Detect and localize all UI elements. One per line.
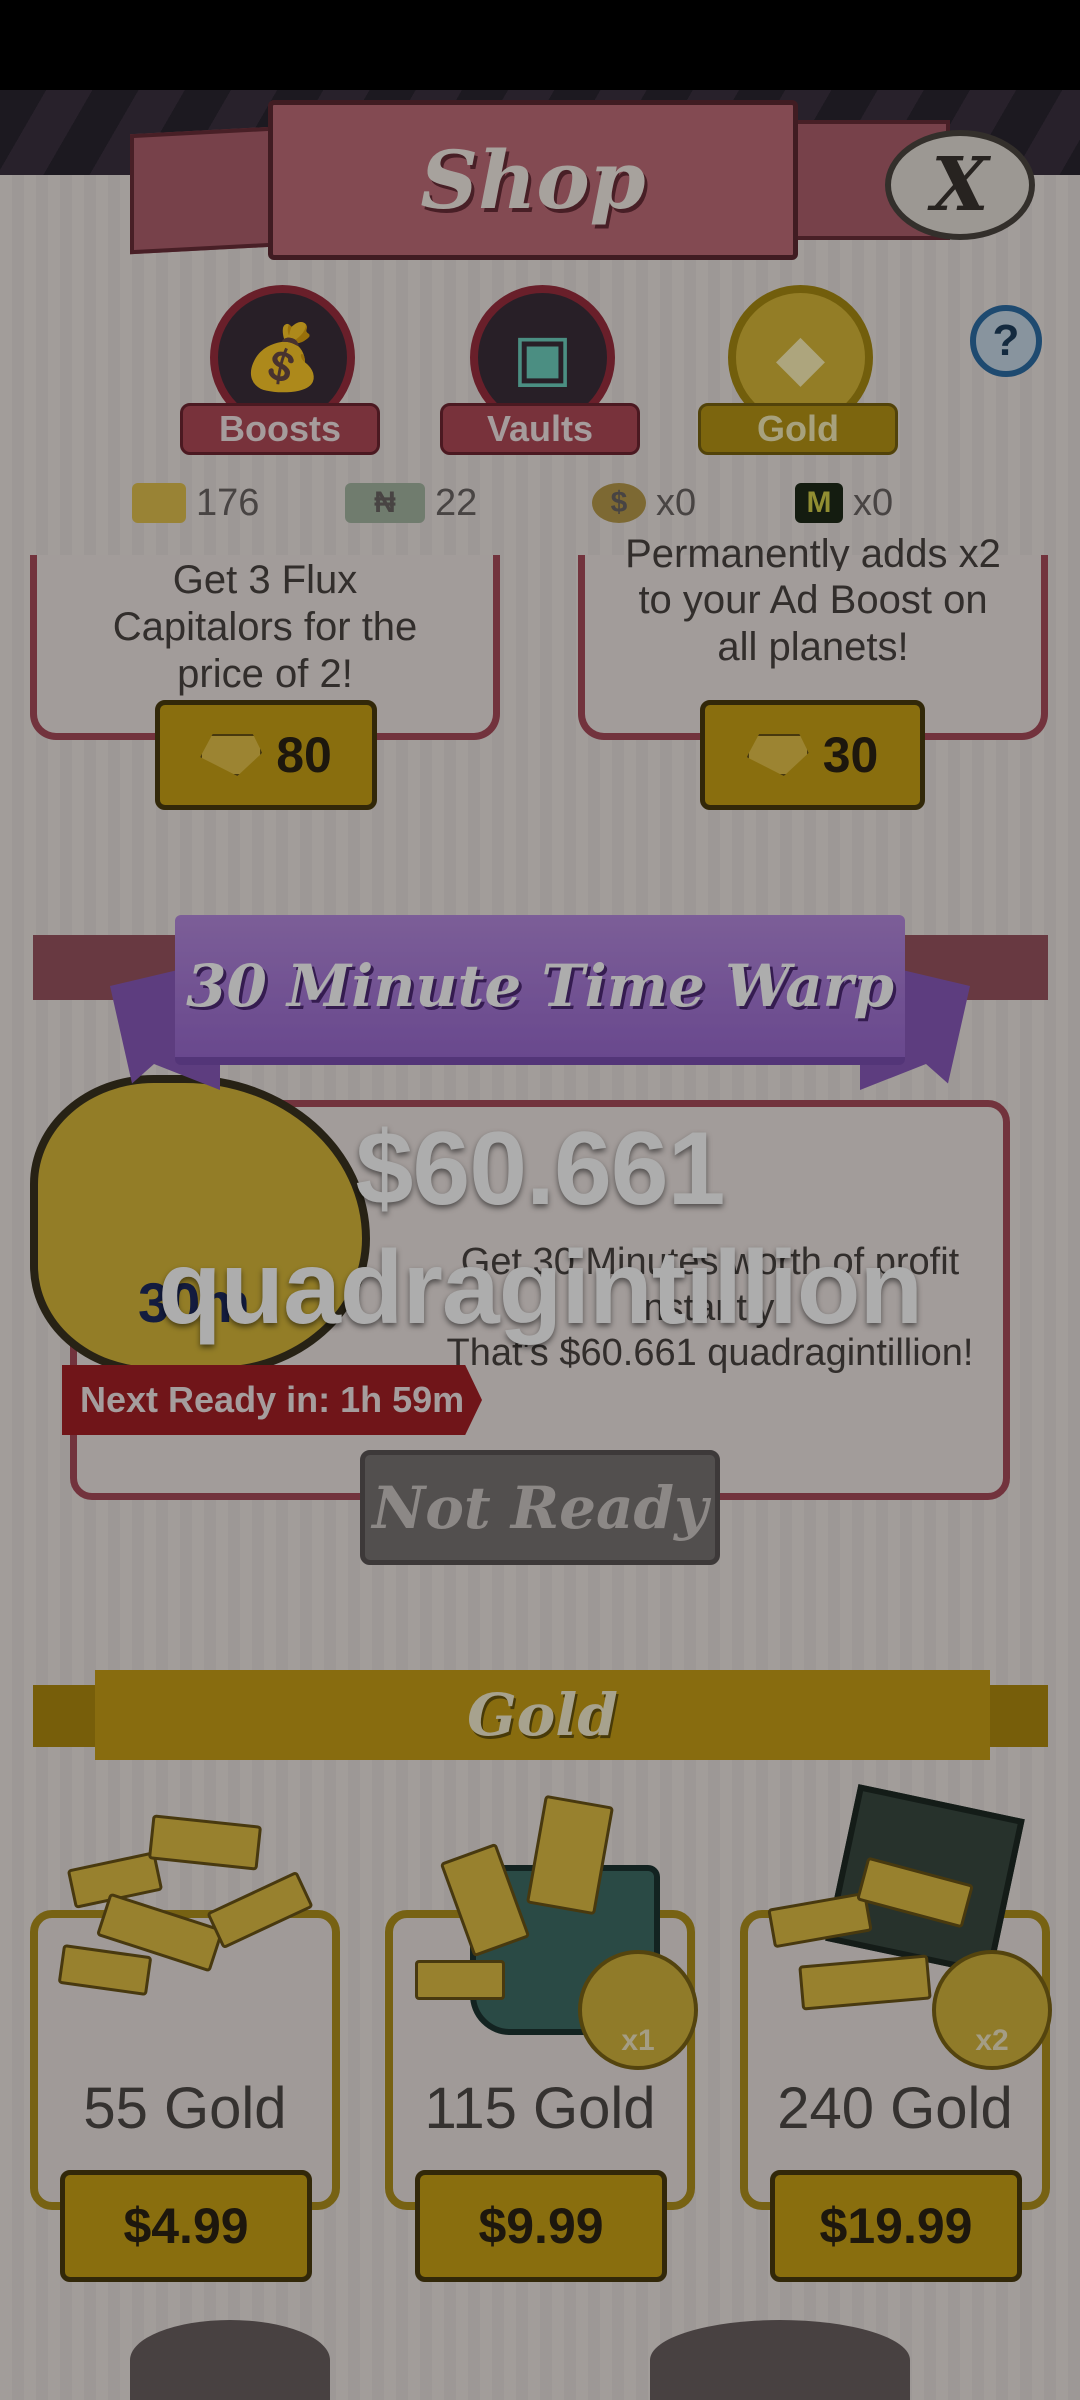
- flux-capitalor-price: 80: [276, 727, 332, 783]
- currency-moneybag-value: x0: [656, 481, 697, 524]
- gold-gem-icon: [132, 483, 186, 523]
- tycoon-badge-x2: x2: [932, 1950, 1052, 2070]
- time-warp-profit-value: $60.661 quadragintillion: [158, 1111, 923, 1346]
- gold-115-buy-button[interactable]: $9.99: [415, 2170, 667, 2282]
- ad-boost-buy-button[interactable]: 30: [700, 700, 925, 810]
- time-warp-title: 30 Minute Time Warp: [186, 952, 894, 1020]
- ad-boost-price: 30: [822, 727, 879, 783]
- close-button[interactable]: X: [885, 130, 1035, 240]
- tab-vaults-label: Vaults: [440, 403, 640, 455]
- flux-capitalor-buy-button[interactable]: 80: [155, 700, 377, 810]
- time-warp-ribbon: 30 Minute Time Warp: [175, 915, 905, 1065]
- gold-240-buy-button[interactable]: $19.99: [770, 2170, 1022, 2282]
- tab-boosts[interactable]: 💰 Boosts: [180, 285, 380, 455]
- gold-gem-icon: [746, 734, 809, 776]
- mega-icon: M: [795, 483, 843, 523]
- shop-header-banner: Shop: [268, 100, 798, 260]
- not-ready-button[interactable]: Not Ready: [360, 1450, 720, 1565]
- next-pack-preview: [130, 2320, 330, 2400]
- status-bar: [0, 0, 1080, 90]
- gold-55-buy-button[interactable]: $4.99: [60, 2170, 312, 2282]
- gold-section-title: Gold: [467, 1681, 618, 1749]
- gold-pile-icon: [40, 1800, 340, 2010]
- help-button[interactable]: ?: [970, 305, 1042, 377]
- gold-amount-240: 240 Gold: [777, 2076, 1013, 2141]
- ad-boost-description-top: Permanently adds x2: [625, 532, 1001, 571]
- currency-moneybag: $ x0: [592, 475, 696, 531]
- tab-gold[interactable]: ◆ Gold: [698, 285, 898, 455]
- tab-gold-label: Gold: [698, 403, 898, 455]
- ticket-icon: ₦: [345, 483, 425, 523]
- ad-boost-description: to your Ad Boost on all planets!: [638, 578, 988, 670]
- flux-capitalor-description: Get 3 Flux Capitalors for the price of 2…: [112, 558, 418, 697]
- currency-tickets: ₦ 22: [345, 475, 477, 531]
- gold-gem-icon: [200, 734, 263, 776]
- next-ready-timer: Next Ready in: 1h 59m: [62, 1365, 482, 1435]
- page-title: Shop: [420, 133, 646, 227]
- tab-vaults[interactable]: ▣ Vaults: [440, 285, 640, 455]
- currency-tickets-value: 22: [435, 481, 478, 524]
- currency-mega: M x0: [795, 475, 893, 531]
- gold-amount-55: 55 Gold: [83, 2076, 287, 2141]
- badge-multiplier: x1: [621, 2024, 655, 2057]
- tab-boosts-label: Boosts: [180, 403, 380, 455]
- next-pack-preview: [650, 2320, 910, 2400]
- gold-section-header: Gold: [95, 1670, 990, 1760]
- currency-gold: 176: [132, 475, 259, 531]
- tycoon-badge-x1: x1: [578, 1950, 698, 2070]
- money-bag-icon: $: [592, 483, 646, 523]
- help-icon: ?: [992, 316, 1020, 365]
- currency-gold-value: 176: [196, 481, 260, 524]
- currency-mega-value: x0: [853, 481, 894, 524]
- close-icon: X: [931, 142, 989, 228]
- badge-multiplier: x2: [975, 2024, 1009, 2057]
- gold-amount-115: 115 Gold: [424, 2076, 656, 2141]
- banner-decoration-left: [130, 125, 290, 255]
